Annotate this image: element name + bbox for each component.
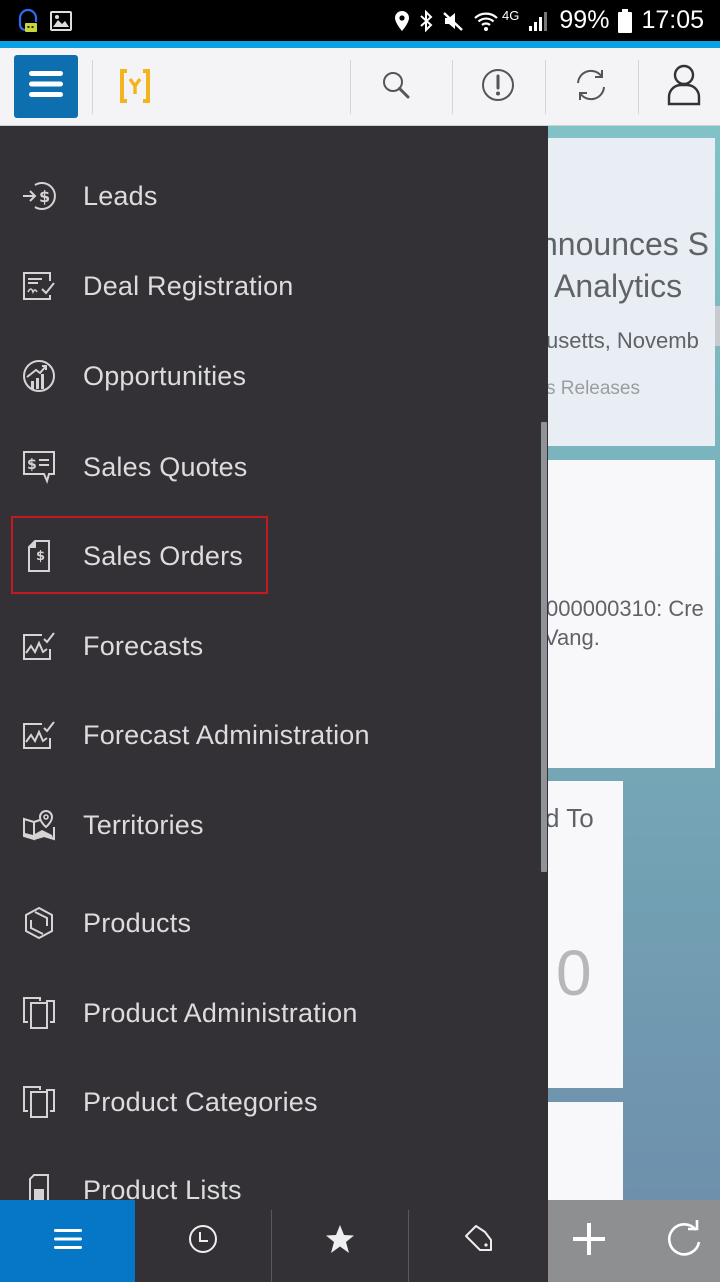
wifi-icon (473, 10, 501, 32)
nav-label: Products (83, 907, 192, 938)
mute-icon (442, 10, 464, 32)
nav-item-deal-registration[interactable]: Deal Registration (0, 246, 520, 326)
star-icon (325, 1224, 355, 1259)
news-title-line: nnounces S (540, 226, 710, 262)
news-category: s Releases (546, 378, 640, 399)
product-lists-icon (22, 1173, 56, 1200)
nav-label: Product Categories (83, 1086, 318, 1117)
headset-notification-icon (16, 8, 40, 34)
app-logo[interactable] (118, 68, 152, 104)
nav-item-forecast-administration[interactable]: Forecast Administration (0, 695, 520, 775)
leads-icon: $ (22, 179, 56, 213)
products-icon (22, 906, 56, 940)
plus-icon (571, 1221, 607, 1262)
activity-text: Vang. (544, 625, 600, 650)
territories-icon (22, 808, 56, 842)
forecast-administration-icon (22, 718, 56, 752)
header-divider (638, 60, 639, 114)
forecasts-icon (22, 629, 56, 663)
battery-icon (618, 8, 633, 33)
nav-label: Sales Quotes (83, 451, 248, 482)
clock-icon (188, 1224, 218, 1259)
bottom-actions (548, 1200, 720, 1282)
battery-percent: 99% (559, 6, 610, 34)
header-divider (350, 60, 351, 114)
header-divider (452, 60, 453, 114)
refresh-icon (666, 1219, 704, 1263)
bottom-tab-tags[interactable] (409, 1200, 548, 1282)
menu-button[interactable] (14, 55, 78, 118)
svg-text:$: $ (39, 187, 50, 206)
news-title-line: , Analytics (538, 268, 683, 304)
nav-item-product-lists[interactable]: Product Lists (0, 1150, 520, 1200)
alerts-button[interactable] (458, 48, 538, 126)
nav-item-territories[interactable]: Territories (0, 785, 520, 865)
nav-item-product-administration[interactable]: Product Administration (0, 973, 520, 1053)
bottom-tab-menu[interactable] (0, 1200, 135, 1282)
content-scrollbar[interactable] (715, 306, 720, 346)
navigation-drawer: $ Leads Deal Registration Opportunities … (0, 126, 548, 1200)
hamburger-icon (53, 1228, 82, 1255)
nav-item-product-categories[interactable]: Product Categories (0, 1062, 520, 1142)
accent-strip (0, 41, 720, 48)
image-icon (50, 10, 72, 31)
nav-item-opportunities[interactable]: Opportunities (0, 336, 520, 416)
nav-item-sales-quotes[interactable]: $ Sales Quotes (0, 427, 520, 507)
search-button[interactable] (356, 48, 436, 126)
tag-icon (463, 1224, 495, 1259)
add-button[interactable] (548, 1200, 630, 1282)
user-icon (667, 64, 701, 111)
location-icon (394, 10, 410, 32)
product-categories-icon (22, 1085, 56, 1119)
deal-registration-icon (22, 269, 56, 303)
bottom-navigation (0, 1200, 720, 1282)
network-type-label: 4G (502, 8, 520, 23)
screen: 4G 99% 17:05 nnounces S , Analytics uset… (0, 0, 720, 1282)
profile-button[interactable] (644, 48, 720, 126)
opportunities-icon (22, 359, 56, 393)
nav-item-leads[interactable]: $ Leads (0, 156, 520, 236)
svg-text:$: $ (27, 457, 37, 473)
refresh-button[interactable] (644, 1200, 720, 1282)
status-bar: 4G 99% 17:05 (0, 0, 720, 41)
product-administration-icon (22, 996, 56, 1030)
nav-label: Forecasts (83, 630, 204, 661)
sync-button[interactable] (551, 48, 631, 126)
nav-label: Opportunities (83, 360, 247, 391)
kpi-label: d To (545, 803, 594, 833)
clock-time: 17:05 (641, 6, 704, 34)
nav-label: Deal Registration (83, 270, 294, 301)
kpi-value: 0 (556, 937, 592, 1009)
nav-label: Territories (83, 809, 204, 840)
bluetooth-icon (419, 9, 433, 32)
news-subtitle: usetts, Novemb (546, 328, 699, 353)
nav-item-products[interactable]: Products (0, 883, 520, 963)
bottom-tab-recent[interactable] (135, 1200, 271, 1282)
hamburger-icon (29, 70, 63, 103)
search-icon (381, 70, 411, 105)
highlight-box (11, 516, 268, 594)
signal-icon (528, 10, 550, 32)
header-divider (92, 60, 93, 114)
nav-label: Forecast Administration (83, 719, 370, 750)
header-divider (545, 60, 546, 114)
bottom-tab-favorites[interactable] (272, 1200, 408, 1282)
nav-label: Product Administration (83, 997, 358, 1028)
sales-quotes-icon: $ (22, 450, 56, 484)
alert-icon (481, 68, 515, 107)
nav-item-forecasts[interactable]: Forecasts (0, 606, 520, 686)
sync-icon (573, 67, 609, 108)
app-header (0, 48, 720, 126)
drawer-scrollbar[interactable] (541, 422, 547, 872)
nav-label: Product Lists (83, 1174, 242, 1201)
nav-label: Leads (83, 180, 158, 211)
activity-text: 000000310: Cre (546, 596, 704, 621)
